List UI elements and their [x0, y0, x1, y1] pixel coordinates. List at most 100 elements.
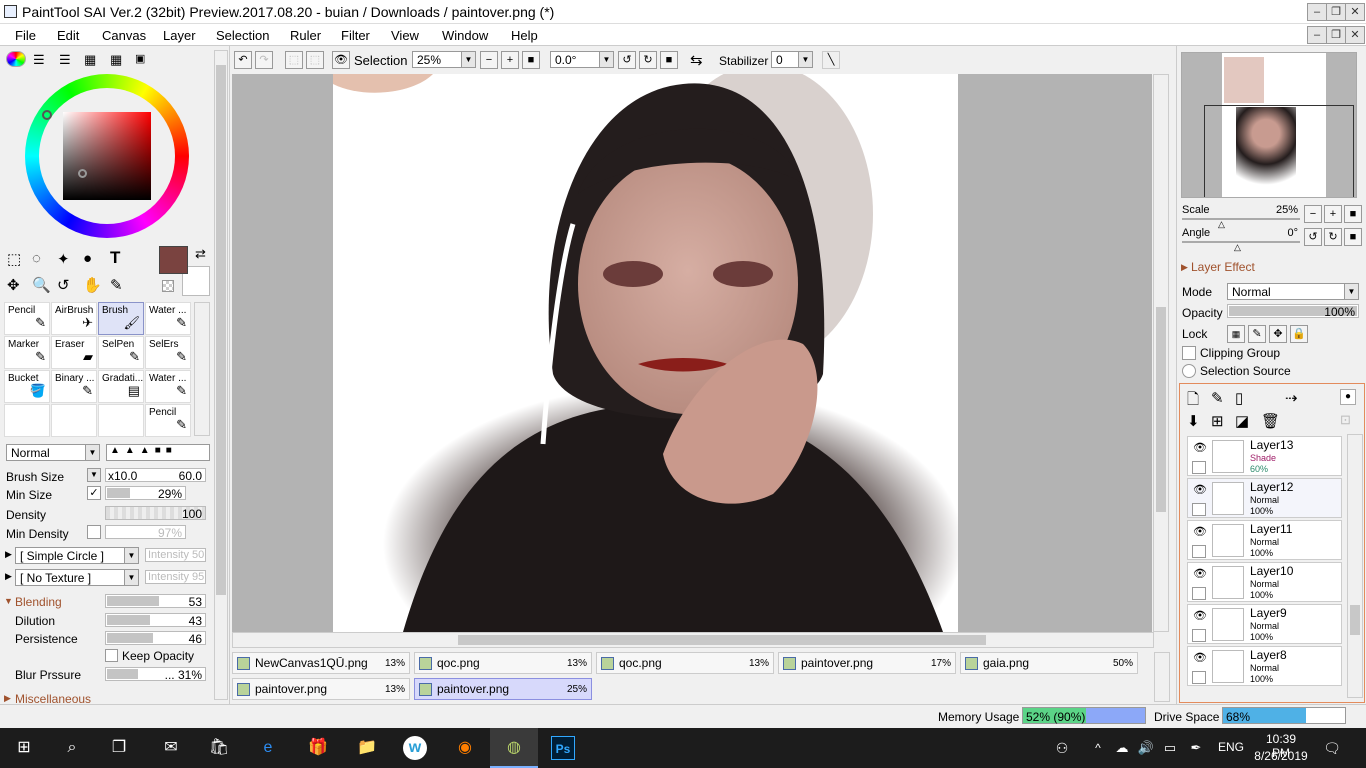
min-density-checkbox[interactable]	[87, 525, 101, 539]
deselect-icon[interactable]: ⬚	[285, 51, 303, 69]
layer-effect-label[interactable]: Layer Effect	[1191, 260, 1255, 274]
restore-button[interactable]: ❐	[1326, 3, 1346, 21]
tool-airbrush[interactable]: AirBrush ✈	[51, 302, 97, 335]
rotation-select[interactable]: 0.0° ▼	[550, 51, 614, 68]
layer-row[interactable]: 👁 Layer9 Normal 100%	[1187, 604, 1342, 644]
tool-water[interactable]: Water ... ✎	[145, 302, 191, 335]
clipping-group-checkbox[interactable]	[1182, 346, 1196, 360]
layer-row[interactable]: 👁 Layer8 Normal 100%	[1187, 646, 1342, 686]
transparent-color-icon[interactable]	[162, 280, 174, 292]
layer-row[interactable]: 👁 Layer13 Shade 60%	[1187, 436, 1342, 476]
new-folder-icon[interactable]: ▯	[1235, 389, 1243, 407]
hue-handle[interactable]	[42, 110, 52, 120]
menu-filter[interactable]: Filter	[341, 28, 370, 43]
brush-texture-select[interactable]: [ No Texture ] ▼	[15, 569, 139, 586]
brush-size-mult-dropdown[interactable]: ▼	[87, 468, 101, 482]
layer-select-checkbox[interactable]	[1192, 461, 1206, 474]
blur-pressure-slider[interactable]: ... 31%	[105, 667, 206, 682]
visibility-eye-icon[interactable]: 👁	[1192, 609, 1208, 622]
edge-icon[interactable]: e	[256, 736, 280, 760]
rotate-icon[interactable]: ↺	[57, 276, 70, 294]
tool-eraser[interactable]: Eraser ▰	[51, 336, 97, 369]
color-picker-handle[interactable]	[78, 169, 87, 178]
menu-canvas[interactable]: Canvas	[102, 28, 146, 43]
navigator-view-rect[interactable]	[1204, 105, 1354, 197]
start-icon[interactable]: ⊞	[12, 736, 36, 760]
layer-row[interactable]: 👁 Layer10 Normal 100%	[1187, 562, 1342, 602]
shape-intensity-slider[interactable]: Intensity 50	[145, 548, 206, 562]
layer-select-checkbox[interactable]	[1192, 671, 1206, 684]
texture-expand-icon[interactable]: ▶	[5, 571, 12, 582]
color-wheel[interactable]	[25, 74, 189, 238]
navigator-preview[interactable]	[1181, 52, 1357, 198]
swap-colors-icon[interactable]: ⇄	[195, 246, 206, 262]
nav-rotate-right-icon[interactable]: ↻	[1324, 228, 1342, 246]
dilution-slider[interactable]: 43	[105, 613, 206, 628]
firefox-icon[interactable]: ◉	[453, 736, 477, 760]
layer-select-checkbox[interactable]	[1192, 587, 1206, 600]
photoshop-icon[interactable]: Ps	[551, 736, 575, 760]
doc-tabs-scrollbar[interactable]	[1154, 652, 1170, 702]
blending-label[interactable]: Blending	[15, 595, 62, 609]
apply-mask-icon[interactable]: ⊡	[1340, 412, 1351, 428]
menu-edit[interactable]: Edit	[57, 28, 79, 43]
tool-marker[interactable]: Marker ✎	[4, 336, 50, 369]
layer-effect-expand-icon[interactable]: ▶	[1181, 262, 1188, 273]
min-density-slider[interactable]: 97%	[105, 525, 186, 540]
pen-icon[interactable]: ✒	[1184, 736, 1208, 760]
scale-slider[interactable]	[1182, 218, 1300, 220]
transfer-down-icon[interactable]: ⬇	[1187, 412, 1200, 430]
canvas-image[interactable]	[333, 74, 958, 632]
minimize-button[interactable]: –	[1307, 3, 1327, 21]
tool-empty-slot[interactable]	[98, 404, 144, 437]
document-tab[interactable]: NewCanvas1QŪ.png 13%	[232, 652, 410, 674]
mail-icon[interactable]: ✉	[159, 736, 183, 760]
text-tool-icon[interactable]: T	[110, 248, 120, 268]
shape-expand-icon[interactable]: ▶	[5, 549, 12, 560]
delete-layer-icon[interactable]: 🗑	[1261, 412, 1280, 430]
nav-rotate-left-icon[interactable]: ↺	[1304, 228, 1322, 246]
rotate-left-icon[interactable]: ↺	[618, 51, 636, 69]
close-button[interactable]: ✕	[1345, 3, 1365, 21]
people-icon[interactable]: ⚇	[1050, 736, 1074, 760]
line-tool-icon[interactable]: ╲	[822, 51, 840, 69]
tool-binary[interactable]: Binary ... ✎	[51, 370, 97, 403]
zoom-in-icon[interactable]: +	[501, 51, 519, 69]
merge-down-icon[interactable]: ⊞	[1211, 412, 1224, 430]
layer-list-scrollbar[interactable]	[1347, 434, 1363, 698]
min-size-slider[interactable]: 29%	[105, 486, 186, 501]
lock-all-icon[interactable]: 🔒	[1290, 325, 1308, 343]
texture-intensity-slider[interactable]: Intensity 95	[145, 570, 206, 584]
nav-zoom-reset-icon[interactable]: ■	[1344, 205, 1362, 223]
lock-move-icon[interactable]: ✥	[1269, 325, 1287, 343]
tool-water[interactable]: Water ... ✎	[145, 370, 191, 403]
layer-row[interactable]: 👁 Layer11 Normal 100%	[1187, 520, 1342, 560]
doc-restore-button[interactable]: ❐	[1326, 26, 1346, 44]
scratchpad-tab-icon[interactable]: ▣	[135, 52, 145, 65]
menu-selection[interactable]: Selection	[216, 28, 269, 43]
flip-horizontal-icon[interactable]: ⇆	[690, 51, 703, 69]
task-view-icon[interactable]: ❐	[107, 736, 131, 760]
gift-icon[interactable]: 🎁	[306, 736, 330, 760]
undo-icon[interactable]: ↶	[234, 51, 252, 69]
density-slider[interactable]: 100	[105, 506, 206, 521]
hand-icon[interactable]: ✋	[83, 276, 102, 294]
menu-ruler[interactable]: Ruler	[290, 28, 321, 43]
menu-window[interactable]: Window	[442, 28, 488, 43]
doc-minimize-button[interactable]: –	[1307, 26, 1327, 44]
volume-icon[interactable]: 🔊	[1134, 736, 1158, 760]
tool-empty-slot[interactable]	[51, 404, 97, 437]
selection-visibility-icon[interactable]: 👁	[332, 51, 350, 69]
layer-row[interactable]: 👁 Layer12 Normal 100%	[1187, 478, 1342, 518]
canvas-viewport[interactable]	[232, 74, 1169, 632]
canvas-vertical-scrollbar[interactable]	[1153, 74, 1169, 632]
keep-opacity-checkbox[interactable]	[105, 649, 118, 662]
magic-wand-icon[interactable]: ✦	[57, 250, 70, 268]
nav-zoom-in-icon[interactable]: +	[1324, 205, 1342, 223]
visibility-eye-icon[interactable]: 👁	[1192, 525, 1208, 538]
document-tab[interactable]: paintover.png 13%	[232, 678, 410, 700]
invert-selection-icon[interactable]: ⬚	[306, 51, 324, 69]
visibility-eye-icon[interactable]: 👁	[1192, 483, 1208, 496]
visibility-eye-icon[interactable]: 👁	[1192, 441, 1208, 454]
hsv-slider-tab-icon[interactable]: ☰	[59, 52, 71, 68]
